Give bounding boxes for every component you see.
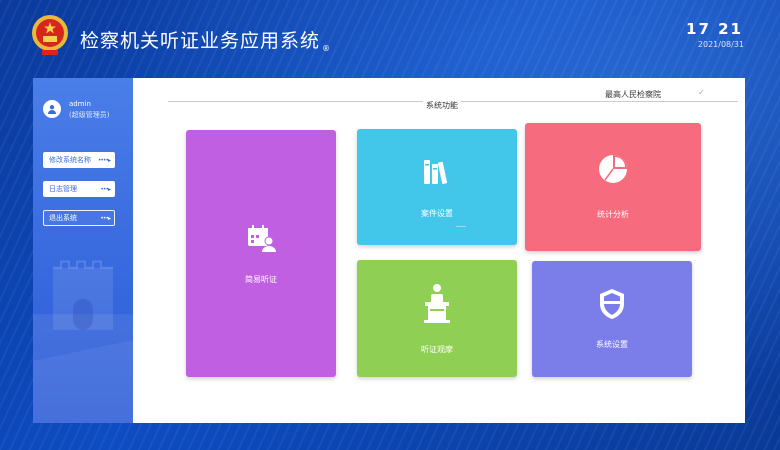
user-name: admin xyxy=(69,100,91,108)
tile-case-settings[interactable]: 案件设置 xyxy=(357,129,517,245)
chevron-right-icon: ••••▸ xyxy=(97,156,111,164)
tile-system-settings[interactable]: 系统设置 xyxy=(532,261,692,377)
great-wall-illustration xyxy=(33,260,133,423)
chevron-down-icon[interactable]: ✓ xyxy=(698,88,705,97)
national-emblem-icon xyxy=(32,15,68,55)
clock-date: 2021/08/31 xyxy=(697,40,744,49)
tile-hearing-observation[interactable]: 听证观摩 xyxy=(357,260,517,377)
shield-icon xyxy=(600,289,624,319)
tile-label: 听证观摩 xyxy=(421,345,453,354)
tile-label: 系统设置 xyxy=(596,340,628,349)
sidebar-item-log-management[interactable]: 日志管理 •••▸ xyxy=(43,181,115,197)
court-name[interactable]: 最高人民检察院 xyxy=(605,89,661,100)
sidebar-item-label: 修改系统名称 xyxy=(49,156,91,164)
books-icon xyxy=(424,160,448,184)
sidebar-item-logout[interactable]: 退出系统 •••▸ xyxy=(43,210,115,226)
header: 检察机关听证业务应用系统 ® 17 21 2021/08/31 xyxy=(0,0,780,70)
podium-icon xyxy=(424,284,450,323)
chevron-right-icon: •••▸ xyxy=(100,185,111,193)
tile-simple-hearing[interactable]: 简易听证 xyxy=(186,130,336,377)
tile-statistics[interactable]: 统计分析 xyxy=(525,123,701,251)
registered-mark: ® xyxy=(322,44,332,53)
tile-label: 统计分析 xyxy=(597,210,629,219)
sidebar: admin (超级管理员) 修改系统名称 ••••▸ 日志管理 •••▸ 退出系… xyxy=(33,78,133,423)
user-role: (超级管理员) xyxy=(69,111,110,119)
user-icon xyxy=(48,105,56,114)
calendar-user-icon xyxy=(248,225,276,252)
avatar xyxy=(43,100,61,118)
sidebar-item-label: 退出系统 xyxy=(49,214,77,222)
chevron-right-icon: •••▸ xyxy=(100,214,111,222)
sidebar-item-label: 日志管理 xyxy=(49,185,77,193)
app-title-text: 检察机关听证业务应用系统 xyxy=(80,30,321,52)
tile-label: 简易听证 xyxy=(245,275,277,284)
tile-label: 案件设置 xyxy=(421,209,453,218)
sidebar-item-rename-system[interactable]: 修改系统名称 ••••▸ xyxy=(43,152,115,168)
pie-chart-icon xyxy=(599,155,627,183)
clock-time: 17 21 xyxy=(686,20,743,38)
app-title: 检察机关听证业务应用系统 ® xyxy=(80,26,331,53)
section-title: 系统功能 xyxy=(423,100,461,111)
divider xyxy=(456,226,466,227)
